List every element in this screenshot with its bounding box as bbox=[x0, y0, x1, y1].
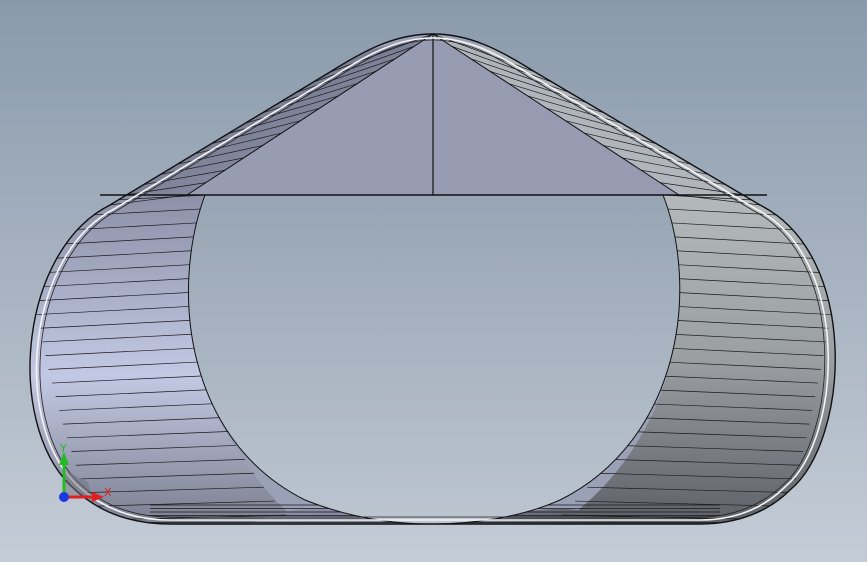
model-view[interactable]: X Y bbox=[0, 0, 867, 562]
z-axis-dot bbox=[59, 492, 69, 502]
x-axis-label: X bbox=[104, 486, 112, 499]
graphics-viewport[interactable]: X Y bbox=[0, 0, 867, 562]
y-axis-label: Y bbox=[59, 442, 67, 455]
